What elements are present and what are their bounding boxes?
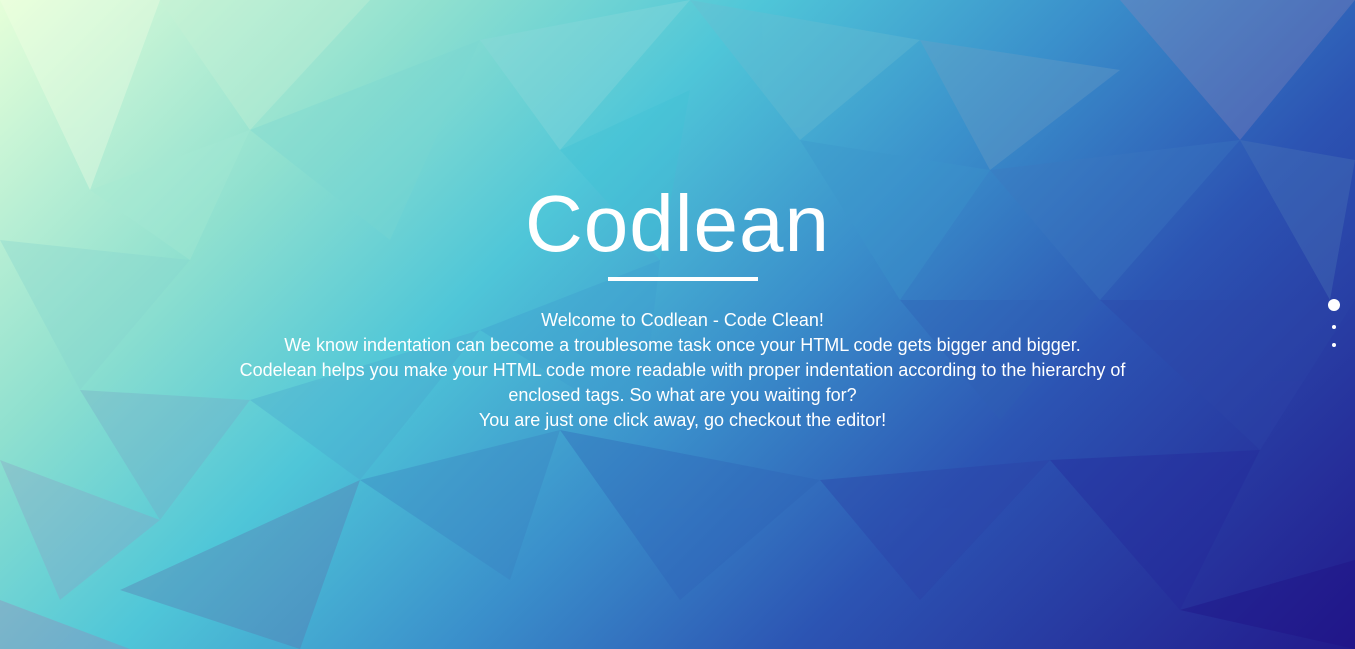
pagination-dot-2[interactable]: [1332, 325, 1336, 329]
hero-section: Codlean Welcome to Codlean - Code Clean!…: [0, 0, 1355, 649]
pagination-dot-1[interactable]: [1328, 299, 1340, 311]
page-title: Codlean: [524, 179, 830, 268]
cta-line: You are just one click away, go checkout…: [478, 410, 887, 430]
hero-description: Welcome to Codlean - Code Clean! We know…: [227, 308, 1138, 433]
welcome-line: Welcome to Codlean - Code Clean!: [541, 310, 824, 330]
readable-line: Codelean helps you make your HTML code m…: [239, 360, 1126, 405]
pagination-dot-3[interactable]: [1332, 343, 1336, 347]
title-underline: [608, 277, 758, 281]
section-pagination: [1327, 299, 1341, 347]
indentation-line: We know indentation can become a trouble…: [284, 335, 1081, 355]
